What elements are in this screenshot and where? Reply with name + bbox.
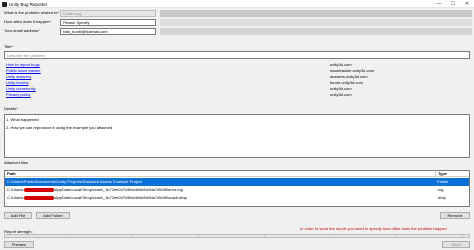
add-folder-button[interactable]: Add Folder [36,212,70,219]
strength-segment [5,235,67,237]
title-placeholder: Describe the problem [7,52,46,58]
unity-logo-icon [2,1,7,7]
preview-button[interactable]: Preview [4,241,34,248]
link-unity-community[interactable]: Unity community [6,86,36,91]
close-button[interactable]: ✕ [460,0,474,8]
title-label: Title* [4,44,13,49]
file-type: .log [437,187,444,192]
frequency-label: How often does it happen* [4,19,51,24]
strength-segment [401,235,463,237]
window-title: Unity Bug Reporter [9,1,48,7]
url-unity-community: unity3d.com [330,86,352,91]
problem-select[interactable]: Crash bug [60,10,156,17]
frequency-select[interactable]: Please Specify [60,19,156,26]
add-file-button[interactable]: Add File [4,212,32,219]
table-row[interactable]: C:\Users\ \AppData\Local\Temp\crash_1b72e… [5,186,469,194]
file-type: Folder [437,179,449,184]
link-issue-tracker[interactable]: Public issue tracker [6,68,41,73]
title-bar: Unity Bug Reporter — ☐ ✕ [0,0,474,8]
minimize-button[interactable]: — [432,0,446,8]
strength-segment [269,235,331,237]
column-type[interactable]: Type [435,171,469,177]
url-unity-forums: forum.unity3d.com [330,80,363,85]
file-path: C:\Users\ \AppData\Local\Temp\crash_1b72e… [7,195,187,200]
link-unity-answers[interactable]: Unity answers [6,74,31,79]
link-privacy-policy[interactable]: Privacy policy [6,92,30,97]
details-textarea[interactable] [4,114,470,158]
url-issue-tracker: issuetracker.unity3d.com [330,68,375,73]
email-label: Your email address* [4,28,40,33]
problem-bar [160,10,472,17]
file-type: .dmp [437,195,446,200]
strength-segment [335,235,397,237]
details-label: Details* [4,106,18,111]
link-how-to-report[interactable]: How to report bugs [6,62,40,67]
send-button[interactable]: Send [442,241,470,248]
file-path: C:\Users\Public\Documents\Unity Projects… [7,179,143,184]
problem-label: What is the problem related to* [4,10,59,15]
redaction-mark [23,187,54,192]
maximize-button[interactable]: ☐ [446,0,460,8]
email-field[interactable]: rafa_bunbi@hotmail.com [60,28,156,35]
strength-segment [137,235,199,237]
table-row[interactable]: C:\Users\ \AppData\Local\Temp\crash_1b72e… [5,194,469,202]
table-row[interactable]: C:\Users\Public\Documents\Unity Projects… [5,178,469,186]
frequency-bar [160,19,472,26]
strength-segment [71,235,133,237]
email-bar [160,28,472,35]
url-unity-answers: answers.unity3d.com [330,74,368,79]
remove-button[interactable]: Remove [440,212,470,219]
warning-message: In order to send the report you need to … [300,226,447,231]
attached-files-label: Attached files [4,160,29,165]
column-path[interactable]: Path [5,171,435,177]
redaction-mark [23,195,54,200]
url-how-to-report: unity3d.com [330,62,352,67]
details-line-2: 2. How we can reproduce it using the exa… [6,125,113,130]
url-privacy-policy: unity3d.com [330,92,352,97]
title-input[interactable]: Describe the problem [4,51,470,59]
details-line-1: 1. What happened [6,117,39,122]
link-unity-forums[interactable]: Unity forums [6,80,28,85]
strength-segment [203,235,265,237]
file-path: C:\Users\ \AppData\Local\Temp\crash_1b72e… [7,187,183,192]
report-strength-bar [4,234,470,238]
attached-files-table: Path Type C:\Users\Public\Documents\Unit… [4,170,470,207]
